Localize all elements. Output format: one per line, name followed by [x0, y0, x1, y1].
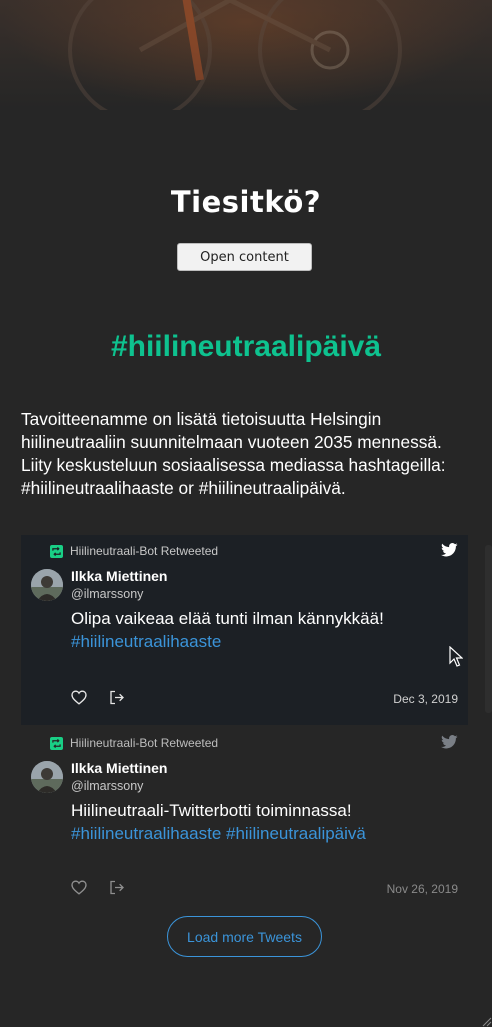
twitter-bird-icon[interactable]: [441, 543, 458, 562]
share-icon[interactable]: [109, 880, 125, 900]
retweet-icon: [50, 736, 63, 750]
retweet-line: Hiilineutraali-Bot Retweeted: [50, 736, 218, 750]
mouse-cursor-icon: [449, 646, 463, 667]
hashtag-heading: #hiilineutraalipäivä: [110, 330, 382, 363]
tweet-card[interactable]: Hiilineutraali-Bot Retweeted Ilkka Miett…: [21, 535, 468, 725]
author-handle[interactable]: @ilmarssony: [71, 779, 143, 793]
tweet-body: Olipa vaikeaa elää tunti ilman kännykkää…: [71, 609, 384, 628]
bicycle-icon: [68, 0, 402, 110]
heart-icon[interactable]: [71, 690, 87, 710]
hashtag-link[interactable]: #hiilineutraalihaaste #hiilineutraalipäi…: [71, 824, 366, 843]
tweet-body: Hiilineutraali-Twitterbotti toiminnassa!: [71, 801, 352, 820]
author-name[interactable]: Ilkka Miettinen: [71, 760, 167, 776]
hero-image: [0, 0, 492, 110]
heart-icon[interactable]: [71, 880, 87, 900]
author-name[interactable]: Ilkka Miettinen: [71, 568, 167, 584]
timeline-scrollbar[interactable]: [485, 545, 492, 713]
resize-handle-icon[interactable]: [480, 1015, 492, 1027]
avatar[interactable]: [31, 569, 63, 601]
tweet-actions: [71, 880, 125, 900]
hashtag-intro-text: Tavoitteenamme on lisätä tietoisuutta He…: [21, 409, 446, 498]
did-you-know-title: Tiesitkö?: [170, 185, 322, 219]
retweet-label: Hiilineutraali-Bot Retweeted: [70, 736, 219, 750]
open-content-button[interactable]: Open content: [177, 243, 312, 271]
retweet-icon: [50, 544, 63, 558]
retweet-label: Hiilineutraali-Bot Retweeted: [70, 544, 219, 558]
tweet-actions: [71, 690, 125, 710]
tweet-date[interactable]: Dec 3, 2019: [393, 692, 458, 706]
retweet-line: Hiilineutraali-Bot Retweeted: [50, 544, 218, 558]
tweet-date[interactable]: Nov 26, 2019: [387, 882, 458, 896]
hashtag-link[interactable]: #hiilineutraalihaaste: [71, 632, 221, 651]
avatar[interactable]: [31, 761, 63, 793]
load-more-tweets-button[interactable]: Load more Tweets: [167, 916, 322, 957]
tweet-text: Olipa vaikeaa elää tunti ilman kännykkää…: [71, 607, 451, 653]
author-handle[interactable]: @ilmarssony: [71, 587, 143, 601]
tweet-card[interactable]: Hiilineutraali-Bot Retweeted Ilkka Miett…: [21, 727, 468, 912]
share-icon[interactable]: [109, 690, 125, 710]
tweet-text: Hiilineutraali-Twitterbotti toiminnassa!…: [71, 799, 451, 845]
twitter-bird-icon[interactable]: [441, 735, 458, 754]
